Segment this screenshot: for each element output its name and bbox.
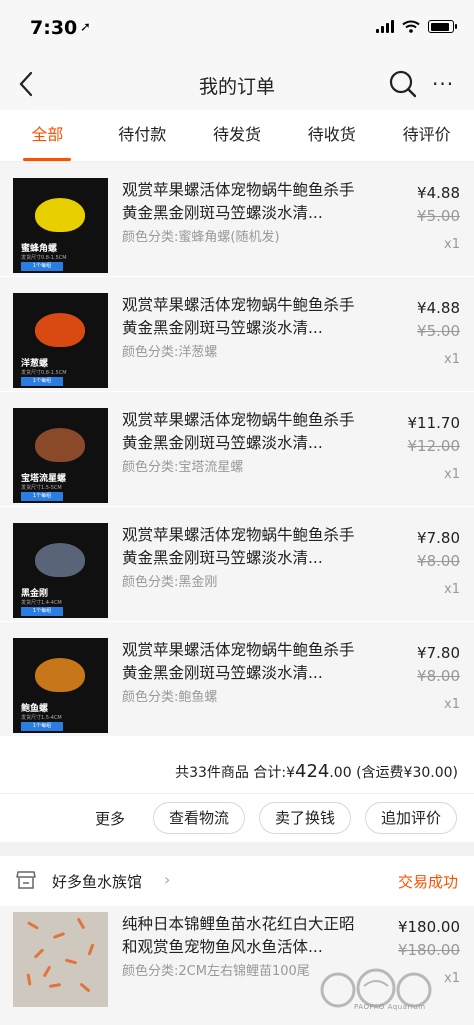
wifi-icon xyxy=(402,20,420,33)
product-title: 观赏苹果螺活体宠物蜗牛鲍鱼杀手黄金黑金刚斑马笠螺淡水清... xyxy=(122,296,355,337)
product-title: 纯种日本锦鲤鱼苗水花红白大正昭和观赏鱼宠物鱼风水鱼活体... xyxy=(122,915,355,956)
resell-button[interactable]: 卖了换钱 xyxy=(259,802,351,834)
product-thumbnail: 洋葱螺 发货尺寸0.8-1.5CM 1个每组 xyxy=(13,293,108,388)
product-original-price: ¥8.00 xyxy=(417,667,460,685)
product-image xyxy=(35,658,85,692)
tab-pending-payment[interactable]: 待付款 xyxy=(95,110,190,161)
product-price: ¥7.80 xyxy=(417,529,460,547)
product-price: ¥180.00 xyxy=(397,918,460,936)
product-thumbnail xyxy=(13,912,108,1007)
order-status: 交易成功 xyxy=(397,873,458,891)
more-icon[interactable]: ··· xyxy=(432,74,454,94)
status-bar: 7:30 ➚ xyxy=(0,0,474,58)
status-time: 7:30 xyxy=(30,17,78,39)
product-spec: 颜色分类:宝塔流星螺 xyxy=(122,460,244,475)
product-original-price: ¥180.00 xyxy=(397,941,460,959)
search-icon[interactable] xyxy=(388,69,418,99)
order-actions: 更多 查看物流 卖了换钱 追加评价 xyxy=(0,794,474,842)
order-tabs: 全部 待付款 待发货 待收货 待评价 xyxy=(0,110,474,162)
summary-shipping: (含运费¥30.00) xyxy=(351,765,458,781)
product-spec: 颜色分类:蜜蜂角螺(随机发) xyxy=(122,230,280,245)
order-summary: 共33件商品 合计:¥424.00 (含运费¥30.00) xyxy=(0,750,474,794)
tab-pending-shipment[interactable]: 待发货 xyxy=(190,110,285,161)
product-image xyxy=(35,313,85,347)
section-divider xyxy=(0,842,474,856)
order-item[interactable]: 黑金刚 发货尺寸1.4-4CM 1个每组 观赏苹果螺活体宠物蜗牛鲍鱼杀手黄金黑金… xyxy=(0,507,474,622)
price-column: ¥7.80 ¥8.00 x1 xyxy=(417,642,460,718)
summary-amount: 424 xyxy=(295,761,330,782)
product-spec: 颜色分类:黑金刚 xyxy=(122,575,218,590)
product-image xyxy=(35,198,85,232)
product-thumbnail: 黑金刚 发货尺寸1.4-4CM 1个每组 xyxy=(13,523,108,618)
product-price: ¥11.70 xyxy=(407,414,461,432)
summary-prefix: 共33件商品 合计:¥ xyxy=(175,765,295,781)
tab-pending-receipt[interactable]: 待收货 xyxy=(284,110,379,161)
product-thumbnail: 蜜蜂角螺 发货尺寸0.8-1.5CM 1个每组 xyxy=(13,178,108,273)
tab-all[interactable]: 全部 xyxy=(0,110,95,161)
product-title: 观赏苹果螺活体宠物蜗牛鲍鱼杀手黄金黑金刚斑马笠螺淡水清... xyxy=(122,641,355,682)
order-item-list: 蜜蜂角螺 发货尺寸0.8-1.5CM 1个每组 观赏苹果螺活体宠物蜗牛鲍鱼杀手黄… xyxy=(0,162,474,737)
shop-name[interactable]: 好多鱼水族馆 xyxy=(52,871,142,892)
product-original-price: ¥5.00 xyxy=(417,322,460,340)
product-quantity: x1 xyxy=(444,352,460,367)
product-price: ¥4.88 xyxy=(417,184,460,202)
order-item[interactable]: 鲍鱼螺 发货尺寸1.5-4CM 1个每组 观赏苹果螺活体宠物蜗牛鲍鱼杀手黄金黑金… xyxy=(0,622,474,737)
product-title: 观赏苹果螺活体宠物蜗牛鲍鱼杀手黄金黑金刚斑马笠螺淡水清... xyxy=(122,411,355,452)
store-icon xyxy=(16,871,36,889)
signal-icon xyxy=(376,20,394,33)
product-image xyxy=(35,428,85,462)
price-column: ¥4.88 ¥5.00 x1 xyxy=(417,182,460,258)
product-original-price: ¥8.00 xyxy=(417,552,460,570)
price-column: ¥4.88 ¥5.00 x1 xyxy=(417,297,460,373)
product-original-price: ¥12.00 xyxy=(407,437,461,455)
more-actions-button[interactable]: 更多 xyxy=(95,808,125,829)
product-price: ¥4.88 xyxy=(417,299,460,317)
product-title: 观赏苹果螺活体宠物蜗牛鲍鱼杀手黄金黑金刚斑马笠螺淡水清... xyxy=(122,181,355,222)
add-review-button[interactable]: 追加评价 xyxy=(365,802,457,834)
product-spec: 颜色分类:洋葱螺 xyxy=(122,345,218,360)
view-logistics-button[interactable]: 查看物流 xyxy=(153,802,245,834)
nav-bar: 我的订单 ··· xyxy=(0,58,474,110)
location-arrow-icon: ➚ xyxy=(80,20,91,35)
summary-decimals: .00 xyxy=(329,765,352,781)
product-spec: 颜色分类:鲍鱼螺 xyxy=(122,690,218,705)
watermark-logo xyxy=(320,968,432,1008)
chevron-right-icon: › xyxy=(164,870,171,889)
status-indicators xyxy=(376,20,457,33)
price-column: ¥11.70 ¥12.00 x1 xyxy=(408,412,461,488)
product-price: ¥7.80 xyxy=(417,644,460,662)
order-item[interactable]: 洋葱螺 发货尺寸0.8-1.5CM 1个每组 观赏苹果螺活体宠物蜗牛鲍鱼杀手黄金… xyxy=(0,277,474,392)
product-image xyxy=(35,543,85,577)
product-spec: 颜色分类:2CM左右锦鲤苗100尾 xyxy=(122,964,310,979)
price-column: ¥7.80 ¥8.00 x1 xyxy=(417,527,460,603)
product-thumbnail: 鲍鱼螺 发货尺寸1.5-4CM 1个每组 xyxy=(13,638,108,733)
tab-pending-review[interactable]: 待评价 xyxy=(379,110,474,161)
shop-header[interactable]: 好多鱼水族馆 › 交易成功 xyxy=(0,856,474,906)
order-item[interactable]: 宝塔流星螺 发货尺寸1.5-5CM 1个每组 观赏苹果螺活体宠物蜗牛鲍鱼杀手黄金… xyxy=(0,392,474,507)
battery-icon xyxy=(428,20,457,33)
product-title: 观赏苹果螺活体宠物蜗牛鲍鱼杀手黄金黑金刚斑马笠螺淡水清... xyxy=(122,526,355,567)
order-item[interactable]: 蜜蜂角螺 发货尺寸0.8-1.5CM 1个每组 观赏苹果螺活体宠物蜗牛鲍鱼杀手黄… xyxy=(0,162,474,277)
product-quantity: x1 xyxy=(444,237,460,252)
product-original-price: ¥5.00 xyxy=(417,207,460,225)
product-thumbnail: 宝塔流星螺 发货尺寸1.5-5CM 1个每组 xyxy=(13,408,108,503)
product-quantity: x1 xyxy=(444,467,460,482)
product-quantity: x1 xyxy=(444,582,460,597)
product-quantity: x1 xyxy=(444,697,460,712)
watermark-text: PAOPAO Aquarium xyxy=(354,1003,426,1011)
